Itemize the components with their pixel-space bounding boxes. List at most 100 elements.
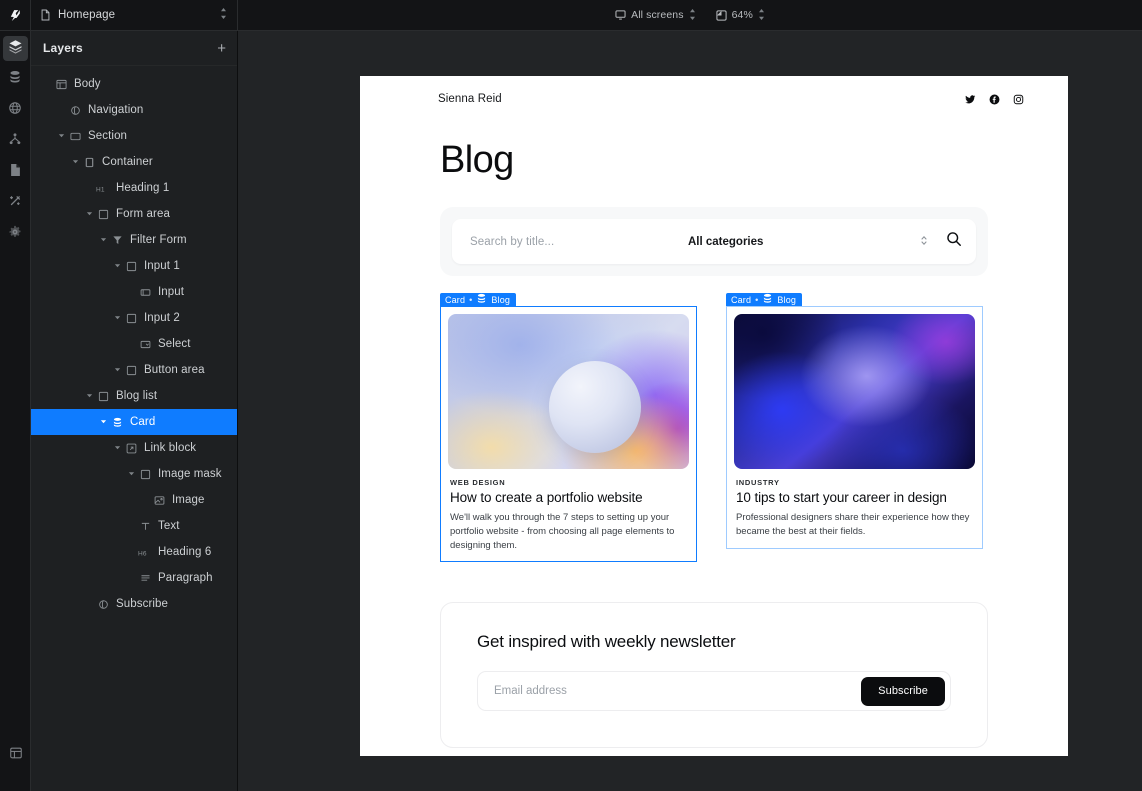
- element-badge[interactable]: Card • Blog: [440, 293, 517, 306]
- layer-node-paragraph[interactable]: Paragraph: [31, 565, 237, 591]
- stepper-updown-icon[interactable]: [220, 8, 227, 22]
- chevron-down-icon[interactable]: [125, 470, 137, 479]
- layer-node-heading-1[interactable]: H1 Heading 1: [31, 175, 237, 201]
- layer-node-image-mask[interactable]: Image mask: [31, 461, 237, 487]
- svg-text:H6: H6: [138, 550, 147, 557]
- layer-node-card[interactable]: Card: [31, 409, 237, 435]
- layer-node-form-area[interactable]: Form area: [31, 201, 237, 227]
- layer-node-select[interactable]: Select: [31, 331, 237, 357]
- image-icon: [151, 495, 167, 506]
- blog-card[interactable]: WEB DESIGN How to create a portfolio webs…: [440, 306, 697, 563]
- blog-card-wrapper: Card • Blog INDUSTRY 10 tips to start your c…: [726, 293, 983, 562]
- monitor-icon: [615, 10, 626, 20]
- wand-icon: [8, 194, 22, 213]
- instagram-icon[interactable]: [1013, 94, 1024, 105]
- badge-collection-label: Blog: [491, 294, 511, 305]
- layer-node-blog-list[interactable]: Blog list: [31, 383, 237, 409]
- page-selector[interactable]: Homepage: [31, 0, 238, 30]
- layer-node-filter-form[interactable]: Filter Form: [31, 227, 237, 253]
- email-input[interactable]: Email address: [494, 685, 861, 697]
- chevron-down-icon[interactable]: [97, 418, 109, 427]
- layer-node-label: Input 1: [144, 260, 180, 272]
- blog-list: Card • Blog WEB DESIGN How to create a portf…: [440, 293, 1068, 563]
- rail-pages[interactable]: [3, 160, 28, 185]
- form-icon: [109, 235, 125, 246]
- layer-node-label: Navigation: [88, 104, 144, 116]
- app-logo-button[interactable]: [0, 0, 31, 30]
- rail-components[interactable]: [3, 129, 28, 154]
- badge-collection-label: Blog: [777, 294, 797, 305]
- rail-style[interactable]: [3, 191, 28, 216]
- chevron-down-icon[interactable]: [83, 392, 95, 401]
- block-icon: [123, 365, 139, 376]
- subscribe-section: Get inspired with weekly newsletter Emai…: [440, 602, 988, 749]
- panel-toggle-button[interactable]: [3, 740, 28, 771]
- stepper-updown-icon[interactable]: [758, 8, 765, 22]
- layer-node-label: Image mask: [158, 468, 222, 480]
- rail-localization[interactable]: [3, 98, 28, 123]
- h6-icon: H6: [137, 547, 153, 558]
- layer-node-heading-6[interactable]: H6 Heading 6: [31, 539, 237, 565]
- site-brand[interactable]: Sienna Reid: [438, 93, 502, 105]
- page-file-icon: [40, 9, 51, 21]
- layer-node-image[interactable]: Image: [31, 487, 237, 513]
- card-title: 10 tips to start your career in design: [736, 490, 947, 505]
- blog-card[interactable]: INDUSTRY 10 tips to start your career in …: [726, 306, 983, 549]
- category-select[interactable]: All categories: [688, 234, 928, 249]
- top-bar: Homepage All screens 64%: [0, 0, 1142, 31]
- zoom-label: 64%: [731, 9, 753, 21]
- chevron-down-icon[interactable]: [111, 366, 123, 375]
- badge-separator: •: [755, 294, 759, 305]
- layer-node-label: Button area: [144, 364, 205, 376]
- stepper-updown-icon[interactable]: [689, 8, 696, 22]
- layer-node-label: Text: [158, 520, 180, 532]
- layers-title: Layers: [43, 41, 83, 55]
- page-preview: Sienna Reid Blog Search by title... All …: [360, 76, 1068, 756]
- layer-node-section[interactable]: Section: [31, 123, 237, 149]
- layer-node-navigation[interactable]: Navigation: [31, 97, 237, 123]
- layer-node-input-1[interactable]: Input 1: [31, 253, 237, 279]
- layer-node-label: Input 2: [144, 312, 180, 324]
- rail-settings[interactable]: [3, 222, 28, 247]
- chevron-down-icon[interactable]: [55, 132, 67, 141]
- layer-node-input-2[interactable]: Input 2: [31, 305, 237, 331]
- design-canvas[interactable]: Sienna Reid Blog Search by title... All …: [238, 31, 1142, 791]
- layers-tree: Body Navigation Section Container H1 Heading …: [31, 66, 237, 617]
- facebook-icon[interactable]: [989, 94, 1000, 105]
- subscribe-form: Email address Subscribe: [477, 671, 951, 712]
- layer-node-container[interactable]: Container: [31, 149, 237, 175]
- select-icon: [137, 339, 153, 350]
- search-button[interactable]: [928, 231, 962, 252]
- rail-cms[interactable]: [3, 67, 28, 92]
- layer-node-label: Card: [130, 416, 156, 428]
- rail-layers[interactable]: [2, 36, 28, 61]
- add-layer-button[interactable]: +: [217, 41, 226, 56]
- layer-node-subscribe[interactable]: Subscribe: [31, 591, 237, 617]
- chevron-down-icon[interactable]: [83, 210, 95, 219]
- layer-node-input[interactable]: Input: [31, 279, 237, 305]
- zoom-selector[interactable]: 64%: [715, 8, 765, 22]
- chevron-down-icon[interactable]: [69, 158, 81, 167]
- element-badge[interactable]: Card • Blog: [726, 293, 803, 306]
- twitter-icon[interactable]: [965, 94, 976, 105]
- section-icon: [67, 131, 83, 142]
- subscribe-button[interactable]: Subscribe: [861, 676, 945, 706]
- search-input[interactable]: Search by title...: [470, 236, 688, 248]
- layer-node-label: Image: [172, 494, 205, 506]
- gear-icon: [8, 225, 22, 244]
- chevron-down-icon[interactable]: [111, 262, 123, 271]
- link-block-icon: [123, 443, 139, 454]
- collection-icon: [476, 293, 487, 306]
- layer-node-text[interactable]: Text: [31, 513, 237, 539]
- chevron-down-icon[interactable]: [111, 314, 123, 323]
- chevron-down-icon[interactable]: [97, 236, 109, 245]
- screens-selector[interactable]: All screens: [615, 8, 696, 22]
- chevron-down-icon[interactable]: [111, 444, 123, 453]
- layer-node-body[interactable]: Body: [31, 71, 237, 97]
- layer-node-label: Select: [158, 338, 191, 350]
- layer-node-button-area[interactable]: Button area: [31, 357, 237, 383]
- layer-node-link-block[interactable]: Link block: [31, 435, 237, 461]
- block-icon: [123, 313, 139, 324]
- card-category: WEB DESIGN: [450, 478, 506, 487]
- search-icon: [946, 231, 962, 252]
